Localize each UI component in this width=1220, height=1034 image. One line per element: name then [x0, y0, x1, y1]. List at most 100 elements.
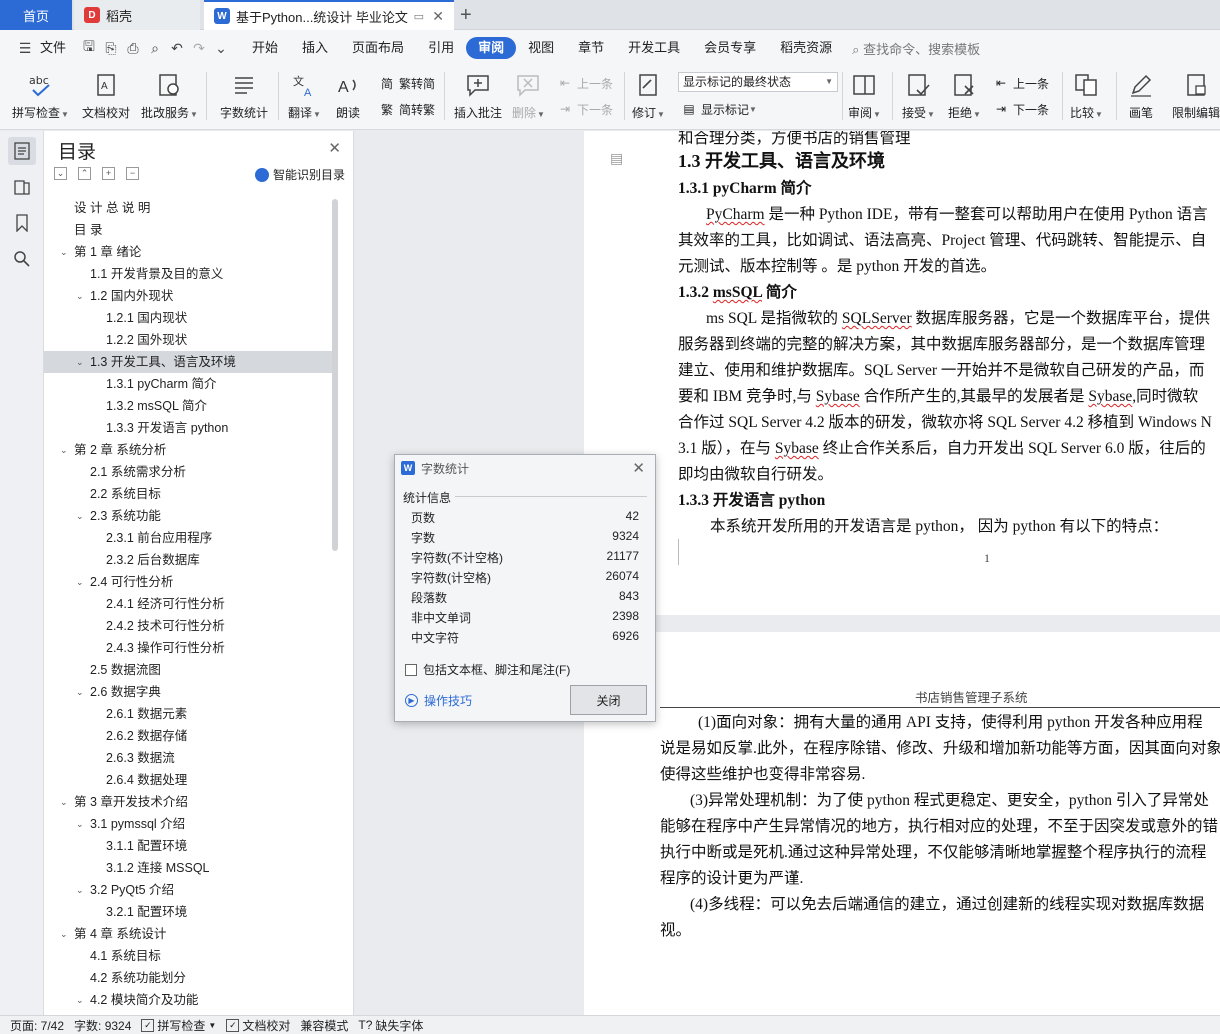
tab-document[interactable]: W 基于Python...统设计 毕业论文 ▭ ✕ — [204, 0, 454, 30]
reject-button[interactable]: 拒绝▼ — [948, 70, 981, 121]
toc-scrollbar[interactable] — [332, 199, 338, 551]
toc-item[interactable]: 目 录 — [44, 219, 332, 241]
spellcheck-button[interactable]: abc 拼写检查▼ — [12, 70, 69, 121]
menu-tab[interactable]: 会员专享 — [692, 37, 768, 59]
toc-item[interactable]: 设 计 总 说 明 — [44, 197, 332, 219]
toc-item[interactable]: 2.6.4 数据处理 — [44, 769, 332, 791]
tab-home[interactable]: 首页 — [0, 0, 72, 30]
toc-item[interactable]: 3.2.1 配置环境 — [44, 901, 332, 923]
include-textbox-checkbox[interactable]: 包括文本框、脚注和尾注(F) — [405, 661, 570, 678]
close-button[interactable]: 关闭 — [570, 685, 647, 715]
translate-button[interactable]: 文A 翻译▼ — [288, 70, 321, 121]
command-search[interactable]: ⌕ 查找命令、搜索模板 — [852, 39, 980, 58]
toc-item[interactable]: 2.6.2 数据存储 — [44, 725, 332, 747]
spellcheck-toggle[interactable]: ✓ 拼写检查 ▼ — [141, 1017, 216, 1034]
toc-item[interactable]: 2.5 数据流图 — [44, 659, 332, 681]
expand-toggle-icon[interactable]: ⌄ — [76, 813, 84, 835]
toc-item[interactable]: 1.3.1 pyCharm 简介 — [44, 373, 332, 395]
checkbox-box[interactable] — [405, 663, 417, 676]
trad-to-simp-button[interactable]: 简繁转简 — [378, 74, 435, 92]
next-change-button[interactable]: ⇥ 下一条 — [992, 100, 1049, 118]
toc-item[interactable]: 1.3.3 开发语言 python — [44, 417, 332, 439]
expand-toggle-icon[interactable]: ⌄ — [76, 285, 84, 307]
menu-tab[interactable]: 稻壳资源 — [768, 37, 844, 59]
screen-icon[interactable]: ▭ — [414, 10, 424, 23]
menu-tab[interactable]: 开发工具 — [616, 37, 692, 59]
toc-item[interactable]: ⌄ 1.3 开发工具、语言及环境 — [44, 351, 332, 373]
markup-state-select[interactable]: 显示标记的最终状态 ▼ — [678, 72, 838, 92]
chapter-nav-icon[interactable] — [8, 173, 36, 201]
expand-toggle-icon[interactable]: ⌄ — [60, 791, 68, 813]
menu-tab[interactable]: 章节 — [566, 37, 616, 59]
show-markup-button[interactable]: ▤ 显示标记 ▼ — [680, 100, 757, 118]
toc-item[interactable]: 2.4.3 操作可行性分析 — [44, 637, 332, 659]
toc-item[interactable]: 2.6.3 数据流 — [44, 747, 332, 769]
close-icon[interactable]: ✕ — [632, 459, 645, 477]
toc-item[interactable]: 3.1.1 配置环境 — [44, 835, 332, 857]
toc-item[interactable]: 1.3.2 msSQL 简介 — [44, 395, 332, 417]
expand-toggle-icon[interactable]: ⌄ — [76, 571, 84, 593]
tips-link[interactable]: ▶ 操作技巧 — [405, 692, 472, 709]
doc-proof-button[interactable]: A 文档校对 — [82, 70, 130, 121]
next-comment-button[interactable]: ⇥ 下一条 — [556, 100, 613, 118]
smart-toc-button[interactable]: 智能识别目录 — [254, 166, 345, 183]
toc-item[interactable]: ⌄ 3.2 PyQt5 介绍 — [44, 879, 332, 901]
expand-toggle-icon[interactable]: ⌄ — [60, 241, 68, 263]
menu-tab[interactable]: 页面布局 — [340, 37, 416, 59]
tab-docer[interactable]: D 稻壳 — [74, 0, 200, 30]
menu-tab[interactable]: 视图 — [516, 37, 566, 59]
close-tab-icon[interactable]: ✕ — [432, 8, 444, 25]
toc-item[interactable]: 1.2.2 国外现状 — [44, 329, 332, 351]
menu-tab[interactable]: 开始 — [240, 37, 290, 59]
toc-item[interactable]: ⌄ 2.4 可行性分析 — [44, 571, 332, 593]
dialog-titlebar[interactable]: W 字数统计 — [395, 455, 655, 481]
prev-change-button[interactable]: ⇤ 上一条 — [992, 74, 1049, 92]
expand-toggle-icon[interactable]: ⌄ — [76, 681, 84, 703]
expand-toggle-icon[interactable]: ⌄ — [60, 439, 68, 461]
page-indicator[interactable]: 页面: 7/42 — [10, 1017, 64, 1034]
review-pane-button[interactable]: 审阅▼ — [848, 70, 881, 121]
close-icon[interactable]: ✕ — [328, 139, 341, 157]
proof-status[interactable]: ✓ 文档校对 — [226, 1017, 290, 1034]
expand-toggle-icon[interactable]: ⌄ — [60, 923, 68, 945]
print-icon[interactable]: ⎙ — [122, 37, 144, 59]
accept-button[interactable]: 接受▼ — [902, 70, 935, 121]
toc-item[interactable]: 2.3.2 后台数据库 — [44, 549, 332, 571]
toc-item[interactable]: ⌄ 第 4 章 系统设计 — [44, 923, 332, 945]
toc-item[interactable]: ⌄ 2.6 数据字典 — [44, 681, 332, 703]
redo-icon[interactable]: ↷ — [188, 37, 210, 59]
toc-item[interactable]: 3.1.2 连接 MSSQL — [44, 857, 332, 879]
restrict-edit-button[interactable]: 限制编辑 — [1172, 70, 1220, 121]
toc-item[interactable]: 2.1 系统需求分析 — [44, 461, 332, 483]
menu-tab[interactable]: 审阅 — [466, 37, 517, 59]
toc-item[interactable]: 4.1 系统目标 — [44, 945, 332, 967]
toc-item[interactable]: 2.3.1 前台应用程序 — [44, 527, 332, 549]
menu-tab[interactable]: 引用 — [416, 37, 466, 59]
toc-item[interactable]: 4.2 系统功能划分 — [44, 967, 332, 989]
bookmark-icon[interactable] — [8, 209, 36, 237]
collapse-all-icon[interactable]: ⌄ — [54, 167, 67, 180]
expand-up-icon[interactable]: ⌃ — [78, 167, 91, 180]
expand-toggle-icon[interactable]: ⌄ — [76, 879, 84, 901]
page-menu-icon[interactable]: ▤ — [610, 151, 623, 168]
remove-heading-icon[interactable]: − — [126, 167, 139, 180]
toc-item[interactable]: 2.4.1 经济可行性分析 — [44, 593, 332, 615]
print-preview-icon[interactable]: ⌕ — [144, 37, 166, 59]
toc-item[interactable]: 2.4.2 技术可行性分析 — [44, 615, 332, 637]
toc-item[interactable]: 2.6.1 数据元素 — [44, 703, 332, 725]
simp-to-trad-button[interactable]: 繁简转繁 — [378, 100, 435, 118]
toc-item[interactable]: 1.2.1 国内现状 — [44, 307, 332, 329]
toc-item[interactable]: ⌄ 第 3 章开发技术介绍 — [44, 791, 332, 813]
menu-tab[interactable]: 插入 — [290, 37, 340, 59]
read-aloud-button[interactable]: A 朗读 — [333, 70, 363, 121]
toc-item[interactable]: 1.1 开发背景及目的意义 — [44, 263, 332, 285]
pen-button[interactable]: 画笔 — [1126, 70, 1156, 121]
batch-service-button[interactable]: 批改服务▼ — [141, 70, 198, 121]
delete-comment-button[interactable]: 删除▼ — [512, 70, 545, 121]
export-pdf-icon[interactable]: ⎘ — [100, 37, 122, 59]
undo-icon[interactable]: ↶ — [166, 37, 188, 59]
toc-item[interactable]: ⌄ 4.2 模块简介及功能 — [44, 989, 332, 1009]
prev-comment-button[interactable]: ⇤ 上一条 — [556, 74, 613, 92]
add-heading-icon[interactable]: + — [102, 167, 115, 180]
toc-item[interactable]: ⌄ 第 2 章 系统分析 — [44, 439, 332, 461]
